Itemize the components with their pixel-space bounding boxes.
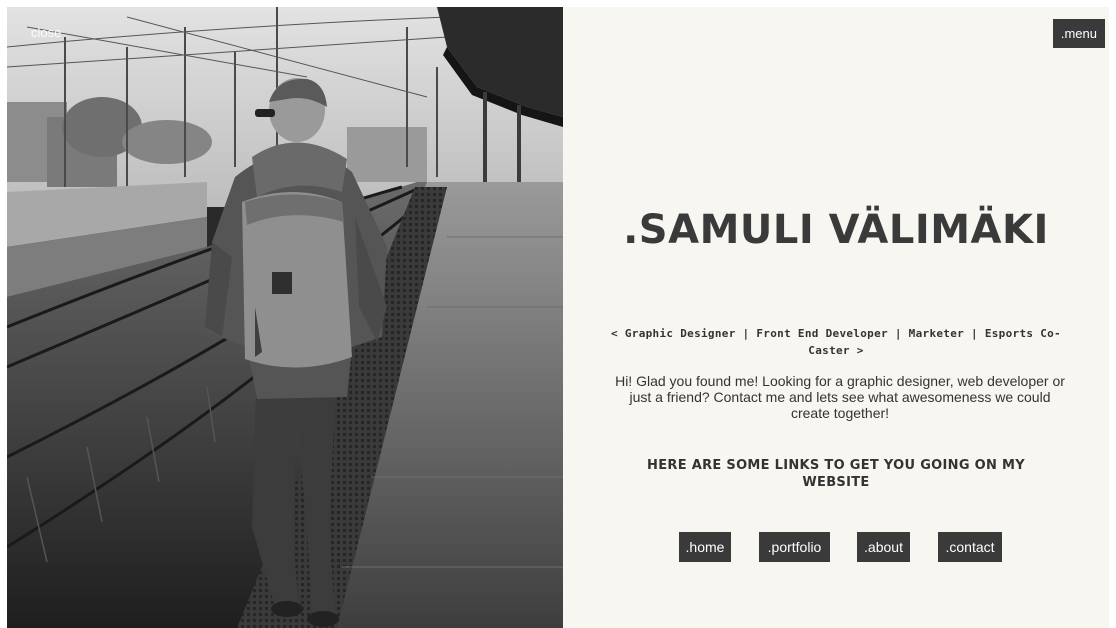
roles-tagline: < Graphic Designer | Front End Developer… [611,327,1061,357]
intro-text: Hi! Glad you found me! Looking for a gra… [615,373,1065,421]
site-title: .SAMULI VÄLIMÄKI [623,207,1049,253]
menu-button[interactable]: .menu [1052,19,1105,48]
nav-about-button[interactable]: .about [857,532,910,562]
station-photo-illustration [7,7,563,628]
links-heading: HERE ARE SOME LINKS TO GET YOU GOING ON … [647,458,1025,490]
hero-photo: close [7,7,563,628]
nav-home-button[interactable]: .home [679,532,731,562]
page-frame: close .menu .SAMULI VÄLIMÄKI < Graphic D… [7,7,1109,628]
nav-contact-button[interactable]: .contact [938,532,1002,562]
nav-portfolio-button[interactable]: .portfolio [759,532,830,562]
close-link[interactable]: close [31,25,61,40]
intro-panel: .menu .SAMULI VÄLIMÄKI < Graphic Designe… [563,7,1109,628]
